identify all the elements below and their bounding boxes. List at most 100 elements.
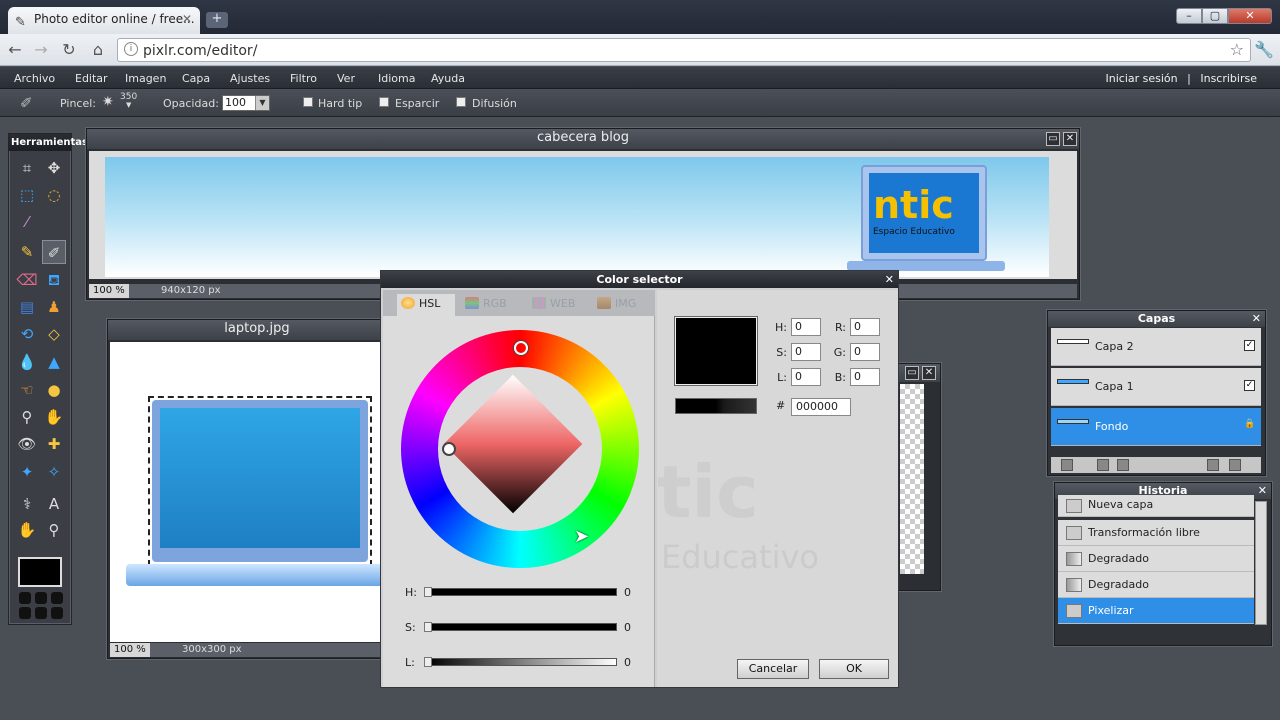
ok-button[interactable]: OK xyxy=(819,659,889,679)
history-item[interactable]: Pixelizar xyxy=(1058,598,1254,624)
bloat-icon[interactable]: ✦ xyxy=(15,460,39,484)
reload-icon[interactable]: ↻ xyxy=(58,39,80,61)
text-icon[interactable]: A xyxy=(42,492,66,516)
l-slider-track[interactable] xyxy=(426,658,617,666)
blog-window-title[interactable]: cabecera blog xyxy=(87,129,1079,149)
lasso-icon[interactable]: ◌ xyxy=(42,183,66,207)
history-scrollbar[interactable] xyxy=(1255,501,1267,625)
layer-item[interactable]: Capa 2 ✓ xyxy=(1051,328,1261,366)
close-icon[interactable]: ✕ xyxy=(922,366,936,380)
tab-img[interactable]: IMG xyxy=(593,294,649,316)
menu-archivo[interactable]: Archivo xyxy=(14,72,55,85)
sponge-icon[interactable]: ● xyxy=(42,378,66,402)
spot-heal-icon[interactable]: ✚ xyxy=(42,432,66,456)
b-field[interactable]: 0 xyxy=(850,368,880,386)
new-tab-button[interactable]: + xyxy=(206,12,228,28)
h-slider-track[interactable] xyxy=(426,588,617,596)
palette-dot-2[interactable] xyxy=(35,592,47,604)
palette-dot-3[interactable] xyxy=(51,592,63,604)
tab-hsl[interactable]: HSL xyxy=(397,294,455,316)
l-slider-knob[interactable] xyxy=(424,657,432,667)
marquee-icon[interactable]: ⬚ xyxy=(15,183,39,207)
move-icon[interactable]: ✥ xyxy=(42,156,66,180)
diffusion-checkbox[interactable] xyxy=(456,97,466,107)
dodge-icon[interactable]: ⚲ xyxy=(15,405,39,429)
blur-icon[interactable]: 💧 xyxy=(15,350,39,374)
delete-layer-icon[interactable] xyxy=(1229,459,1241,471)
hand-icon[interactable]: ✋ xyxy=(15,518,39,542)
layer-style-icon[interactable] xyxy=(1117,459,1129,471)
menu-imagen[interactable]: Imagen xyxy=(125,72,166,85)
blog-zoom[interactable]: 100 % xyxy=(89,284,129,298)
palette-dot-6[interactable] xyxy=(51,607,63,619)
menu-ajustes[interactable]: Ajustes xyxy=(230,72,270,85)
h-field[interactable]: 0 xyxy=(791,318,821,336)
wand-icon[interactable]: ⁄ xyxy=(15,210,39,234)
visibility-checkbox[interactable]: ✓ xyxy=(1244,380,1255,391)
new-layer-icon[interactable] xyxy=(1207,459,1219,471)
smudge-icon[interactable]: ☜ xyxy=(15,378,39,402)
sl-marker[interactable] xyxy=(442,442,456,456)
browser-tab[interactable]: ✎ Photo editor online / free... ✕ xyxy=(8,7,200,34)
lock-icon[interactable]: 🔒 xyxy=(1244,420,1255,431)
close-icon[interactable]: ✕ xyxy=(1258,484,1267,497)
window-close-button[interactable]: ✕ xyxy=(1228,8,1272,24)
redeye-icon[interactable]: 👁 xyxy=(15,432,39,456)
close-icon[interactable]: ✕ xyxy=(1063,132,1077,146)
address-bar[interactable]: i pixlr.com/editor/ ☆ xyxy=(117,38,1251,62)
opacity-dropdown-icon[interactable]: ▼ xyxy=(255,96,269,110)
pencil-icon[interactable]: ✎ xyxy=(15,240,39,264)
scatter-checkbox[interactable] xyxy=(379,97,389,107)
forward-icon[interactable]: → xyxy=(30,39,52,61)
back-icon[interactable]: ← xyxy=(4,39,26,61)
color-selector-title[interactable]: Color selector xyxy=(381,271,898,288)
bucket-icon[interactable]: ⛾ xyxy=(42,268,66,292)
blog-canvas[interactable]: ntic Espacio Educativo xyxy=(105,157,1049,277)
register-link[interactable]: Inscribirse xyxy=(1200,72,1257,85)
burn-icon[interactable]: ✋ xyxy=(42,405,66,429)
menu-idioma[interactable]: Idioma xyxy=(378,72,415,85)
visibility-checkbox[interactable]: ✓ xyxy=(1244,340,1255,351)
hex-field[interactable]: 000000 xyxy=(791,398,851,416)
laptop-zoom[interactable]: 100 % xyxy=(110,643,150,657)
s-slider-track[interactable] xyxy=(426,623,617,631)
tab-close-icon[interactable]: ✕ xyxy=(182,7,192,32)
pinch-icon[interactable]: ✧ xyxy=(42,460,66,484)
tab-web[interactable]: WEB xyxy=(528,294,584,316)
cancel-button[interactable]: Cancelar xyxy=(737,659,809,679)
color-swatch[interactable] xyxy=(18,557,62,587)
layer-item[interactable]: Capa 1 ✓ xyxy=(1051,368,1261,406)
g-field[interactable]: 0 xyxy=(850,343,880,361)
menu-ayuda[interactable]: Ayuda xyxy=(431,72,465,85)
history-item[interactable]: Degradado xyxy=(1058,572,1254,598)
url-text[interactable]: pixlr.com/editor/ xyxy=(143,43,257,59)
menu-capa[interactable]: Capa xyxy=(182,72,210,85)
palette-dot-5[interactable] xyxy=(35,607,47,619)
laptop-window-title[interactable]: laptop.jpg xyxy=(108,320,406,340)
maximize-icon[interactable]: ▭ xyxy=(1046,132,1060,146)
layer-item[interactable]: Fondo 🔒 xyxy=(1051,408,1261,446)
hue-marker[interactable] xyxy=(514,341,528,355)
gradient-icon[interactable]: ▤ xyxy=(15,295,39,319)
home-icon[interactable]: ⌂ xyxy=(87,39,109,61)
layer-mask-icon[interactable] xyxy=(1097,459,1109,471)
eraser-icon[interactable]: ⌫ xyxy=(15,268,39,292)
s-field[interactable]: 0 xyxy=(791,343,821,361)
close-icon[interactable]: ✕ xyxy=(885,273,894,286)
palette-dot-4[interactable] xyxy=(19,607,31,619)
maximize-icon[interactable]: ▭ xyxy=(905,366,919,380)
sharpen-icon[interactable]: ▲ xyxy=(42,350,66,374)
color-replace-icon[interactable]: ⟲ xyxy=(15,322,39,346)
hard-tip-checkbox[interactable] xyxy=(303,97,313,107)
menu-editar[interactable]: Editar xyxy=(75,72,108,85)
drawing-icon[interactable]: ◇ xyxy=(42,322,66,346)
l-field[interactable]: 0 xyxy=(791,368,821,386)
brush-icon[interactable]: ✐ xyxy=(42,240,66,264)
menu-filtro[interactable]: Filtro xyxy=(290,72,317,85)
zoom-icon[interactable]: ⚲ xyxy=(42,518,66,542)
history-item[interactable]: Transformación libre xyxy=(1058,520,1254,546)
laptop-canvas[interactable] xyxy=(110,342,406,642)
bookmark-star-icon[interactable]: ☆ xyxy=(1230,40,1244,59)
clone-icon[interactable]: ♟ xyxy=(42,295,66,319)
picker-icon[interactable]: ⚕ xyxy=(15,492,39,516)
